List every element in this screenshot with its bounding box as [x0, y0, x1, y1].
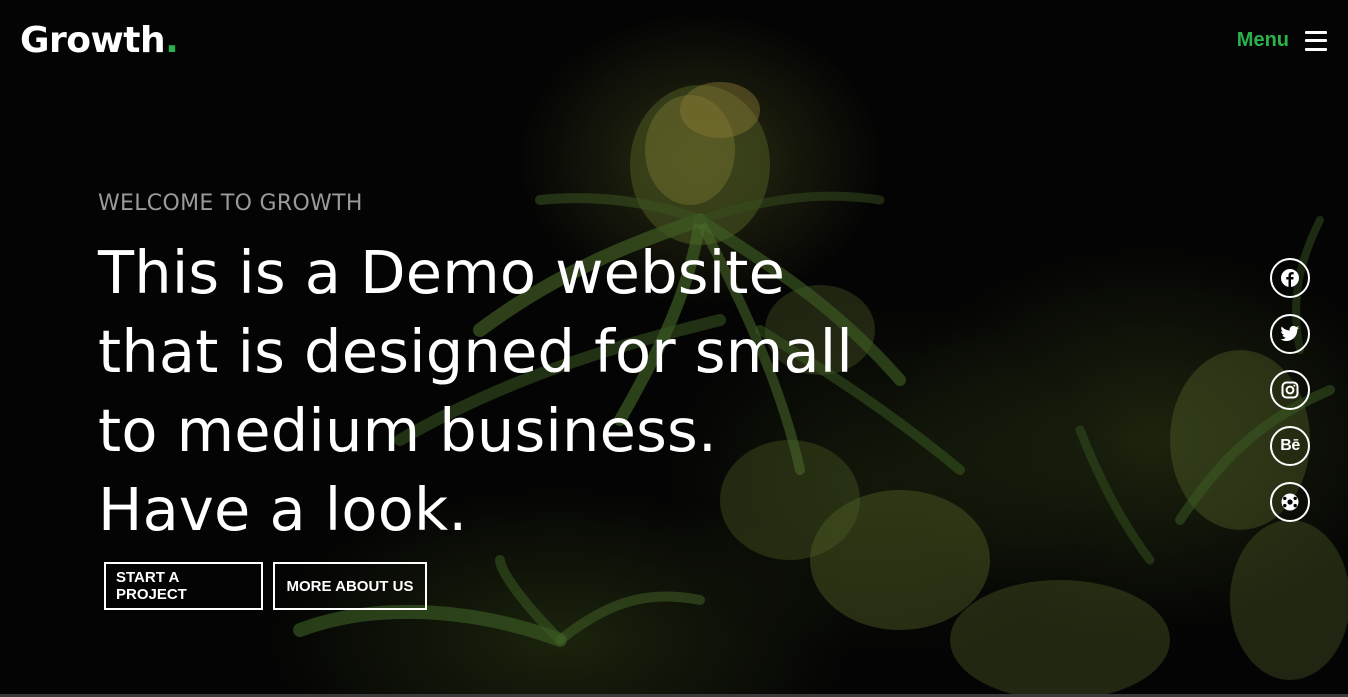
hamburger-icon[interactable]	[1305, 30, 1327, 51]
logo-accent-dot: .	[165, 20, 179, 61]
instagram-icon	[1281, 381, 1299, 399]
cta-group: START A PROJECT MORE ABOUT US	[104, 562, 427, 610]
behance-link[interactable]: Bē	[1270, 426, 1310, 466]
facebook-icon	[1281, 269, 1299, 287]
facebook-link[interactable]	[1270, 258, 1310, 298]
menu-label[interactable]: Menu	[1237, 29, 1289, 52]
hero-headline: This is a Demo website that is designed …	[98, 233, 918, 549]
instagram-link[interactable]	[1270, 370, 1310, 410]
headline-line: This is a Demo website	[98, 238, 786, 307]
logo-text: Growth	[20, 20, 166, 61]
twitter-link[interactable]	[1270, 314, 1310, 354]
dribbble-icon	[1281, 493, 1299, 511]
behance-icon: Bē	[1280, 437, 1300, 454]
more-about-us-button[interactable]: MORE ABOUT US	[273, 562, 427, 610]
menu-toggle[interactable]: Menu	[1237, 29, 1327, 52]
headline-line: that is designed for small	[98, 317, 853, 386]
hero-eyebrow: WELCOME TO GROWTH	[98, 191, 363, 216]
start-project-button[interactable]: START A PROJECT	[104, 562, 263, 610]
headline-line: Have a look.	[98, 475, 468, 544]
dribbble-link[interactable]	[1270, 482, 1310, 522]
headline-line: to medium business.	[98, 396, 717, 465]
site-logo[interactable]: Growth.	[20, 19, 179, 63]
social-links: Bē	[1270, 258, 1310, 522]
twitter-icon	[1280, 325, 1300, 341]
